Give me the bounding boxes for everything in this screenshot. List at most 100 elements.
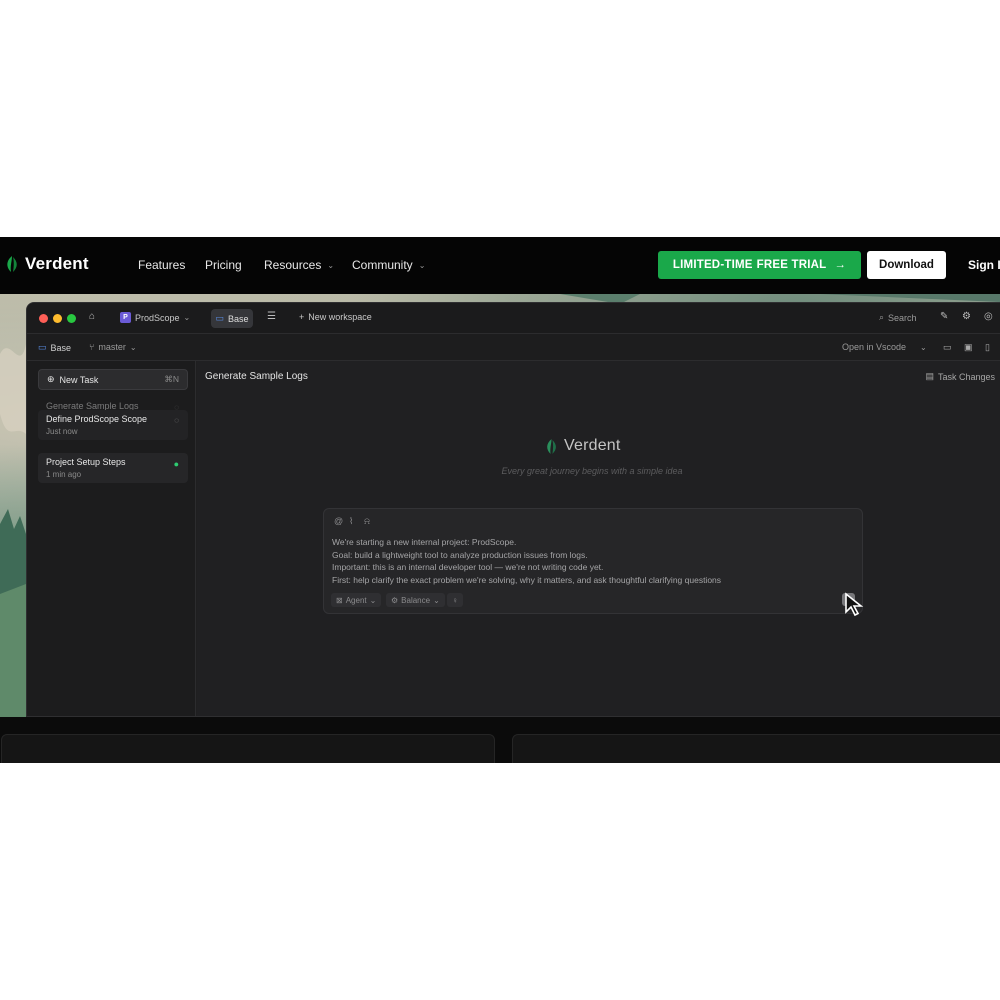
gear-icon: ⚙	[391, 595, 399, 605]
terminal-icon[interactable]: ▣	[964, 342, 973, 353]
nav-community[interactable]: Community ⌄	[352, 258, 425, 272]
edit-icon[interactable]: ✎	[940, 311, 948, 322]
mode-selector[interactable]: ⊠ Agent ⌄	[331, 593, 382, 607]
chevron-down-icon: ⌄	[369, 595, 377, 605]
trial-label-main: FREE TRIAL	[756, 259, 827, 271]
model-label: Balance	[401, 595, 431, 605]
new-workspace-button[interactable]: + New workspace	[299, 312, 372, 322]
document-icon: ▤	[925, 371, 934, 381]
project-folder-label: Base	[50, 342, 72, 353]
project-bar: ▭ Base ⑂ master ⌄ Open in Vscode ⌄ ▭ ▣ ▯	[27, 334, 1000, 361]
task-item[interactable]: Project Setup Steps 1 min ago ●	[38, 453, 188, 483]
gear-icon[interactable]: ⚙	[962, 311, 971, 322]
center-brand: Verdent	[564, 437, 621, 454]
search-icon: ⌕	[879, 312, 885, 322]
chevron-down-icon: ⌄	[418, 260, 426, 270]
chevron-down-icon: ⌄	[433, 595, 440, 605]
prompt-composer[interactable]: @ ⌇ ⍾ We're starting a new internal proj…	[323, 508, 863, 614]
nav-pricing[interactable]: Pricing	[205, 258, 242, 272]
sign-in-link[interactable]: Sign In	[968, 258, 1000, 272]
open-in-editor-selector[interactable]: Open in Vscode ⌄	[842, 342, 927, 352]
mode-label: Agent	[345, 595, 367, 605]
chevron-down-icon: ⌄	[183, 313, 191, 322]
task-title: Project Setup Steps	[46, 457, 126, 467]
lightbulb-button[interactable]: ♀	[447, 593, 463, 607]
prompt-line: Goal: build a lightweight tool to analyz…	[332, 549, 588, 560]
prompt-line: Important: this is an internal developer…	[332, 562, 604, 572]
prompt-line: First: help clarify the exact problem we…	[332, 574, 722, 585]
tagline: Every great journey begins with a simple…	[501, 466, 683, 476]
task-changes-label: Task Changes	[937, 371, 995, 382]
folder-open-icon[interactable]: ▭	[943, 342, 952, 353]
home-icon[interactable]: ⌂	[89, 311, 95, 322]
project-folder[interactable]: ▭ Base	[38, 342, 71, 353]
branch-label: master	[98, 342, 126, 352]
shortcut-hint: ⌘N	[164, 374, 179, 384]
task-item[interactable]: Define ProdScope Scope Just now ◌	[38, 410, 188, 440]
chevron-down-icon: ⌄	[327, 260, 335, 270]
site-brand: Verdent	[25, 254, 89, 273]
download-button[interactable]: Download	[867, 251, 946, 279]
nav-features-label: Features	[138, 258, 186, 272]
minimize-window-icon[interactable]	[53, 314, 62, 323]
folder-icon: ▭	[215, 313, 224, 323]
lightbulb-icon: ♀	[452, 595, 458, 605]
nav-resources[interactable]: Resources ⌄	[264, 258, 334, 272]
task-main-panel: Generate Sample Logs ▤ Task Changes Verd…	[197, 361, 1000, 716]
close-window-icon[interactable]	[39, 314, 48, 323]
nav-resources-label: Resources	[264, 258, 322, 272]
search-label: Search	[888, 312, 917, 323]
site-nav: Verdent Features Pricing Resources ⌄ Comm…	[0, 237, 1000, 294]
branch-selector[interactable]: ⑂ master ⌄	[89, 342, 137, 352]
tab-base-label: Base	[228, 313, 249, 324]
feature-card	[1, 734, 495, 763]
task-title: Define ProdScope Scope	[46, 414, 148, 424]
maximize-window-icon[interactable]	[67, 314, 76, 323]
feature-card	[512, 734, 1000, 763]
open-in-label: Open in Vscode	[842, 342, 907, 352]
title-bar: ⌂ P ProdScope ⌄ ▭ Base ☰ + New workspace…	[27, 303, 1000, 334]
agent-icon: ⊠	[336, 595, 343, 605]
folder-icon: ▭	[38, 342, 47, 352]
attachment-icon[interactable]: ⌇	[349, 516, 353, 527]
prompt-input[interactable]: We're starting a new internal project: P…	[332, 536, 852, 586]
plus-icon: +	[299, 312, 305, 322]
file-icon[interactable]: ▯	[985, 342, 990, 353]
task-sidebar: ⊕ New Task ⌘N Generate Sample Logs ◌ Def…	[27, 361, 196, 716]
git-branch-icon: ⑂	[89, 342, 95, 352]
leaf-logo-icon	[7, 256, 17, 272]
user-icon[interactable]: ◎	[984, 311, 993, 322]
status-done-icon: ●	[173, 459, 179, 469]
chevron-down-icon: ⌄	[129, 342, 137, 352]
bell-icon[interactable]: ⍾	[364, 516, 370, 527]
model-selector[interactable]: ⚙ Balance ⌄	[386, 593, 445, 607]
tab-base[interactable]: ▭ Base	[211, 309, 253, 328]
task-changes-button[interactable]: ▤ Task Changes	[925, 371, 995, 382]
mouse-pointer-icon	[845, 592, 864, 617]
workspace-badge: P	[120, 312, 131, 323]
new-task-button[interactable]: ⊕ New Task ⌘N	[38, 369, 188, 390]
arrow-right-icon: →	[834, 259, 847, 271]
nav-community-label: Community	[352, 258, 413, 272]
leaf-logo-icon	[547, 438, 556, 454]
prompt-line: We're starting a new internal project: P…	[332, 537, 517, 547]
workspace-selector[interactable]: P ProdScope ⌄	[120, 312, 190, 323]
trial-label-prefix: LIMITED-TIME	[672, 259, 753, 271]
free-trial-button[interactable]: LIMITED-TIME FREE TRIAL →	[658, 251, 861, 279]
at-mention-icon[interactable]: @	[334, 516, 343, 526]
menu-icon[interactable]: ☰	[267, 311, 276, 322]
nav-pricing-label: Pricing	[205, 258, 242, 272]
nav-features[interactable]: Features	[138, 258, 185, 272]
site-logo[interactable]: Verdent	[5, 254, 89, 274]
new-task-label: New Task	[59, 374, 99, 385]
workspace-name: ProdScope	[135, 312, 180, 323]
task-item[interactable]: Generate Sample Logs ◌	[38, 397, 188, 412]
task-time: Just now	[46, 427, 78, 436]
search-button[interactable]: ⌕ Search	[879, 312, 917, 323]
app-window: ⌂ P ProdScope ⌄ ▭ Base ☰ + New workspace…	[26, 302, 1000, 717]
loading-spinner-icon: ◌	[174, 416, 179, 425]
website: Verdent Features Pricing Resources ⌄ Comm…	[0, 237, 1000, 763]
chevron-down-icon: ⌄	[920, 342, 927, 352]
center-logo: Verdent	[545, 437, 621, 455]
page-title: Generate Sample Logs	[205, 371, 308, 382]
